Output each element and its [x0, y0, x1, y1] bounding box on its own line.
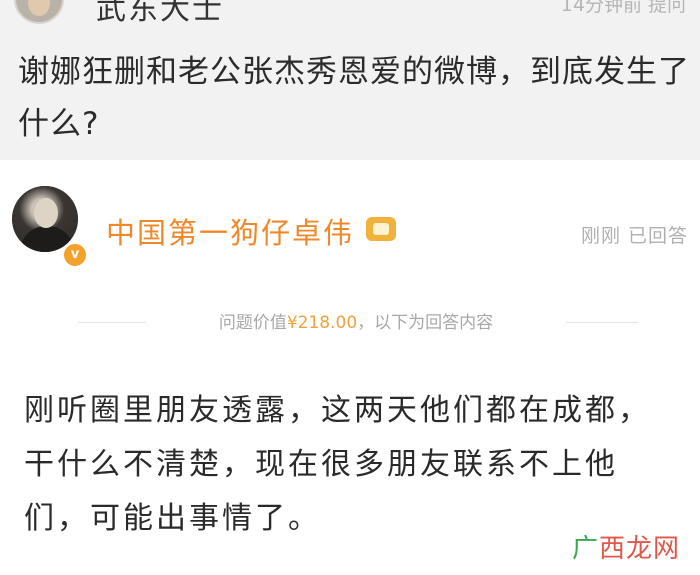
watermark-logo-icon: 广 — [572, 534, 600, 564]
member-badge-icon — [366, 217, 396, 241]
question-timestamp: 14分钟前 提问 — [560, 0, 686, 16]
answer-text: 刚听圈里朋友透露，这两天他们都在成都，干什么不清楚，现在很多朋友联系不上他们，可… — [24, 393, 651, 536]
value-amount: ¥218.00 — [286, 313, 358, 333]
value-suffix: ，以下为回答内容 — [357, 313, 494, 333]
verified-icon: v — [62, 242, 88, 268]
watermark-text: 西龙网 — [599, 534, 681, 564]
asker-avatar[interactable] — [14, 0, 64, 24]
answer-status: 刚刚 已回答 — [580, 225, 688, 247]
value-prefix: 问题价值 — [218, 313, 287, 333]
question-text: 谢娜狂删和老公张杰秀恩爱的微博，到底发生了什么? — [18, 54, 690, 142]
answerer-avatar[interactable] — [12, 186, 78, 252]
answerer-name[interactable]: 中国第一狗仔卓伟 — [106, 210, 354, 252]
asker-name[interactable]: 武东大士 — [96, 0, 224, 28]
question-card: 武东大士 14分钟前 提问 谢娜狂删和老公张杰秀恩爱的微博，到底发生了什么? — [0, 0, 700, 160]
question-value: 问题价值¥218.00，以下为回答内容 — [146, 308, 566, 338]
site-watermark: 广西龙网 — [572, 528, 680, 565]
